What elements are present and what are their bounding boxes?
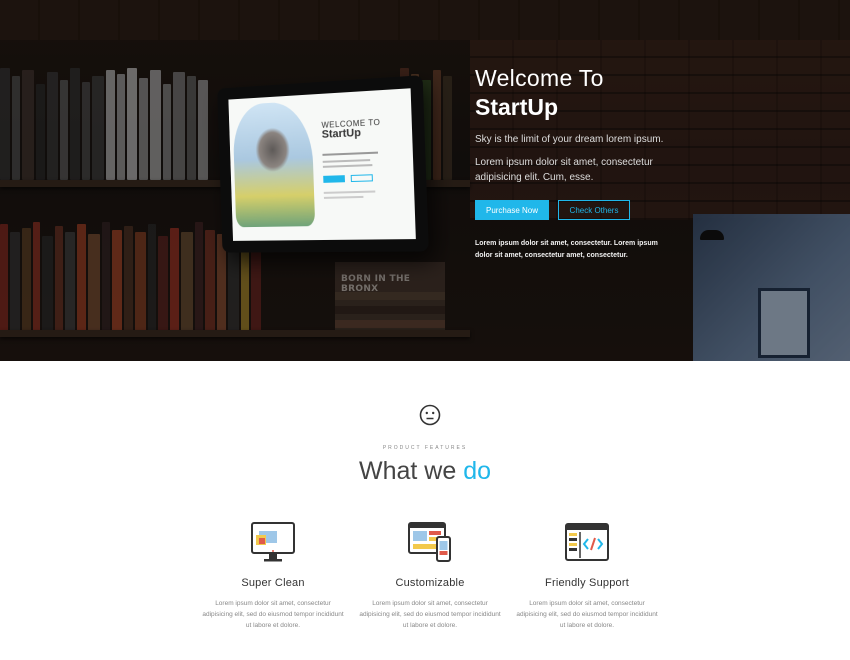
feature-card: Super Clean Lorem ipsum dolor sit amet, …	[198, 519, 348, 631]
section-title-main: What we	[359, 457, 463, 485]
tablet-title: WELCOME TO StartUp	[321, 119, 381, 142]
tablet-mockup: WELCOME TO StartUp	[217, 75, 429, 253]
portrait-image	[232, 100, 315, 227]
tablet-title-line2: StartUp	[322, 127, 381, 141]
feature-card: Customizable Lorem ipsum dolor sit amet,…	[355, 519, 505, 631]
hero-section: BORN IN THE BRONX WELCOME TO StartUp Wel…	[0, 0, 850, 361]
tablet-screen: WELCOME TO StartUp	[228, 88, 415, 241]
devices-icon	[407, 519, 453, 565]
hero-title-brand: StartUp	[475, 92, 665, 122]
hero-title-line1: Welcome To	[475, 64, 665, 92]
tablet-primary-button	[323, 175, 345, 183]
feature-title: Customizable	[355, 577, 505, 589]
tablet-text-line	[323, 164, 373, 168]
tablet-text-line	[324, 196, 364, 199]
feature-card: Friendly Support Lorem ipsum dolor sit a…	[512, 519, 662, 631]
tablet-text-line	[323, 159, 371, 163]
feature-text: Lorem ipsum dolor sit amet, consectetur …	[198, 598, 348, 631]
tablet-secondary-button	[351, 174, 373, 182]
hero-paragraph: Lorem ipsum dolor sit amet, consectetur …	[475, 155, 665, 185]
section-title-accent: do	[463, 457, 491, 485]
section-eyebrow: PRODUCT FEATURES	[0, 445, 850, 451]
neutral-face-icon	[419, 404, 441, 426]
hero-button-row: Purchase Now Check Others	[475, 200, 665, 220]
feature-title: Super Clean	[198, 577, 348, 589]
check-others-button[interactable]: Check Others	[558, 200, 630, 220]
hero-small-text: Lorem ipsum dolor sit amet, consectetur.…	[475, 238, 665, 262]
code-window-icon	[564, 519, 610, 565]
feature-title: Friendly Support	[512, 577, 662, 589]
tablet-text-line	[322, 152, 378, 156]
monitor-icon	[250, 519, 296, 565]
hero-content: Welcome To StartUp Sky is the limit of y…	[475, 64, 665, 262]
features-section: PRODUCT FEATURES What we do Super Clean …	[0, 361, 850, 660]
tablet-text-line	[324, 190, 376, 193]
section-title: What we do	[0, 457, 850, 486]
purchase-now-button[interactable]: Purchase Now	[475, 200, 549, 220]
feature-text: Lorem ipsum dolor sit amet, consectetur …	[512, 598, 662, 631]
hero-tagline: Sky is the limit of your dream lorem ips…	[475, 134, 665, 145]
feature-text: Lorem ipsum dolor sit amet, consectetur …	[355, 598, 505, 631]
